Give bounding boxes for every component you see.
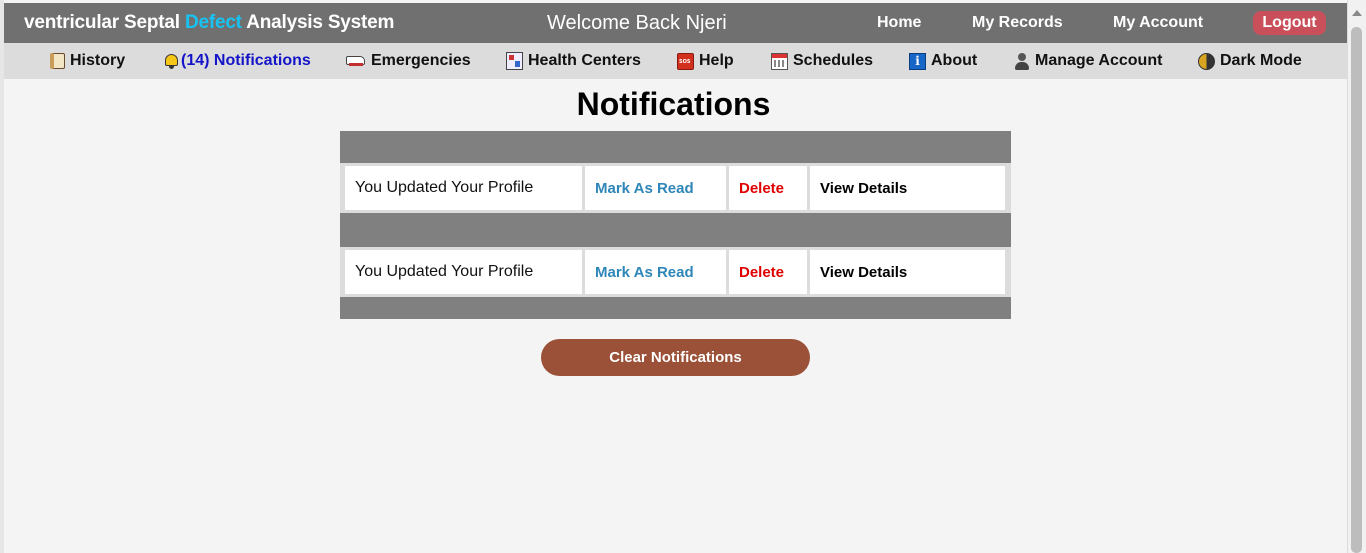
nav-notifications[interactable]: (14) Notifications bbox=[164, 43, 311, 79]
scroll-icon bbox=[50, 53, 65, 69]
mark-as-read-link[interactable]: Mark As Read bbox=[585, 250, 726, 294]
nav-about-label: About bbox=[931, 52, 978, 69]
nav-health-centers[interactable]: Health Centers bbox=[506, 43, 641, 79]
nav-schedules[interactable]: Schedules bbox=[771, 43, 873, 79]
my-records-link[interactable]: My Records bbox=[972, 14, 1063, 32]
user-icon bbox=[1014, 52, 1030, 70]
brand-accent-text: Defect bbox=[184, 12, 242, 33]
home-link[interactable]: Home bbox=[877, 14, 921, 32]
nav-emergencies[interactable]: Emergencies bbox=[346, 43, 471, 79]
nav-history[interactable]: History bbox=[50, 43, 126, 79]
nav-emergencies-label: Emergencies bbox=[371, 52, 471, 69]
app-title: ventricular Septal Defect Analysis Syste… bbox=[24, 12, 394, 34]
nav-manage-account-label: Manage Account bbox=[1035, 52, 1163, 69]
view-details-link[interactable]: View Details bbox=[810, 250, 1005, 294]
top-header: ventricular Septal Defect Analysis Syste… bbox=[4, 3, 1347, 43]
page-title: Notifications bbox=[576, 86, 771, 122]
hospital-icon bbox=[506, 52, 523, 70]
logout-button[interactable]: Logout bbox=[1253, 11, 1326, 35]
nav-dark-mode[interactable]: Dark Mode bbox=[1198, 43, 1302, 79]
notification-row: You Updated Your Profile Mark As Read De… bbox=[340, 163, 1011, 213]
nav-dark-mode-label: Dark Mode bbox=[1220, 52, 1302, 69]
brand-text-1: ventricular Septal bbox=[24, 12, 185, 33]
my-account-link[interactable]: My Account bbox=[1113, 14, 1203, 32]
mark-as-read-link[interactable]: Mark As Read bbox=[585, 166, 726, 210]
delete-link[interactable]: Delete bbox=[729, 166, 807, 210]
brand-text-2: Analysis System bbox=[241, 12, 395, 33]
nav-history-label: History bbox=[70, 52, 126, 69]
notification-message: You Updated Your Profile bbox=[345, 166, 582, 210]
view-details-link[interactable]: View Details bbox=[810, 166, 1005, 210]
nav-help-label: Help bbox=[699, 52, 734, 69]
welcome-message: Welcome Back Njeri bbox=[547, 12, 727, 34]
sos-icon bbox=[677, 52, 694, 70]
info-icon: i bbox=[909, 52, 926, 70]
nav-manage-account[interactable]: Manage Account bbox=[1014, 43, 1162, 79]
main-nav: History (14) Notifications Emergencies H… bbox=[4, 43, 1347, 79]
calendar-icon bbox=[771, 52, 788, 70]
ambulance-icon bbox=[346, 54, 366, 68]
window-left-edge bbox=[0, 0, 4, 553]
notification-row: You Updated Your Profile Mark As Read De… bbox=[340, 247, 1011, 297]
nav-health-centers-label: Health Centers bbox=[528, 52, 641, 69]
notification-message: You Updated Your Profile bbox=[345, 250, 582, 294]
clear-notifications-button[interactable]: Clear Notifications bbox=[541, 339, 810, 376]
scrollbar-thumb[interactable] bbox=[1351, 27, 1362, 553]
nav-help[interactable]: Help bbox=[677, 43, 734, 79]
delete-link[interactable]: Delete bbox=[729, 250, 807, 294]
moon-icon bbox=[1198, 52, 1215, 70]
bell-icon bbox=[164, 53, 179, 69]
nav-about[interactable]: i About bbox=[909, 43, 977, 79]
nav-notifications-label: (14) Notifications bbox=[181, 52, 311, 69]
nav-schedules-label: Schedules bbox=[793, 52, 874, 69]
scrollbar[interactable] bbox=[1347, 0, 1366, 553]
scroll-up-arrow-icon[interactable] bbox=[1352, 10, 1362, 16]
notifications-table: You Updated Your Profile Mark As Read De… bbox=[340, 131, 1011, 319]
